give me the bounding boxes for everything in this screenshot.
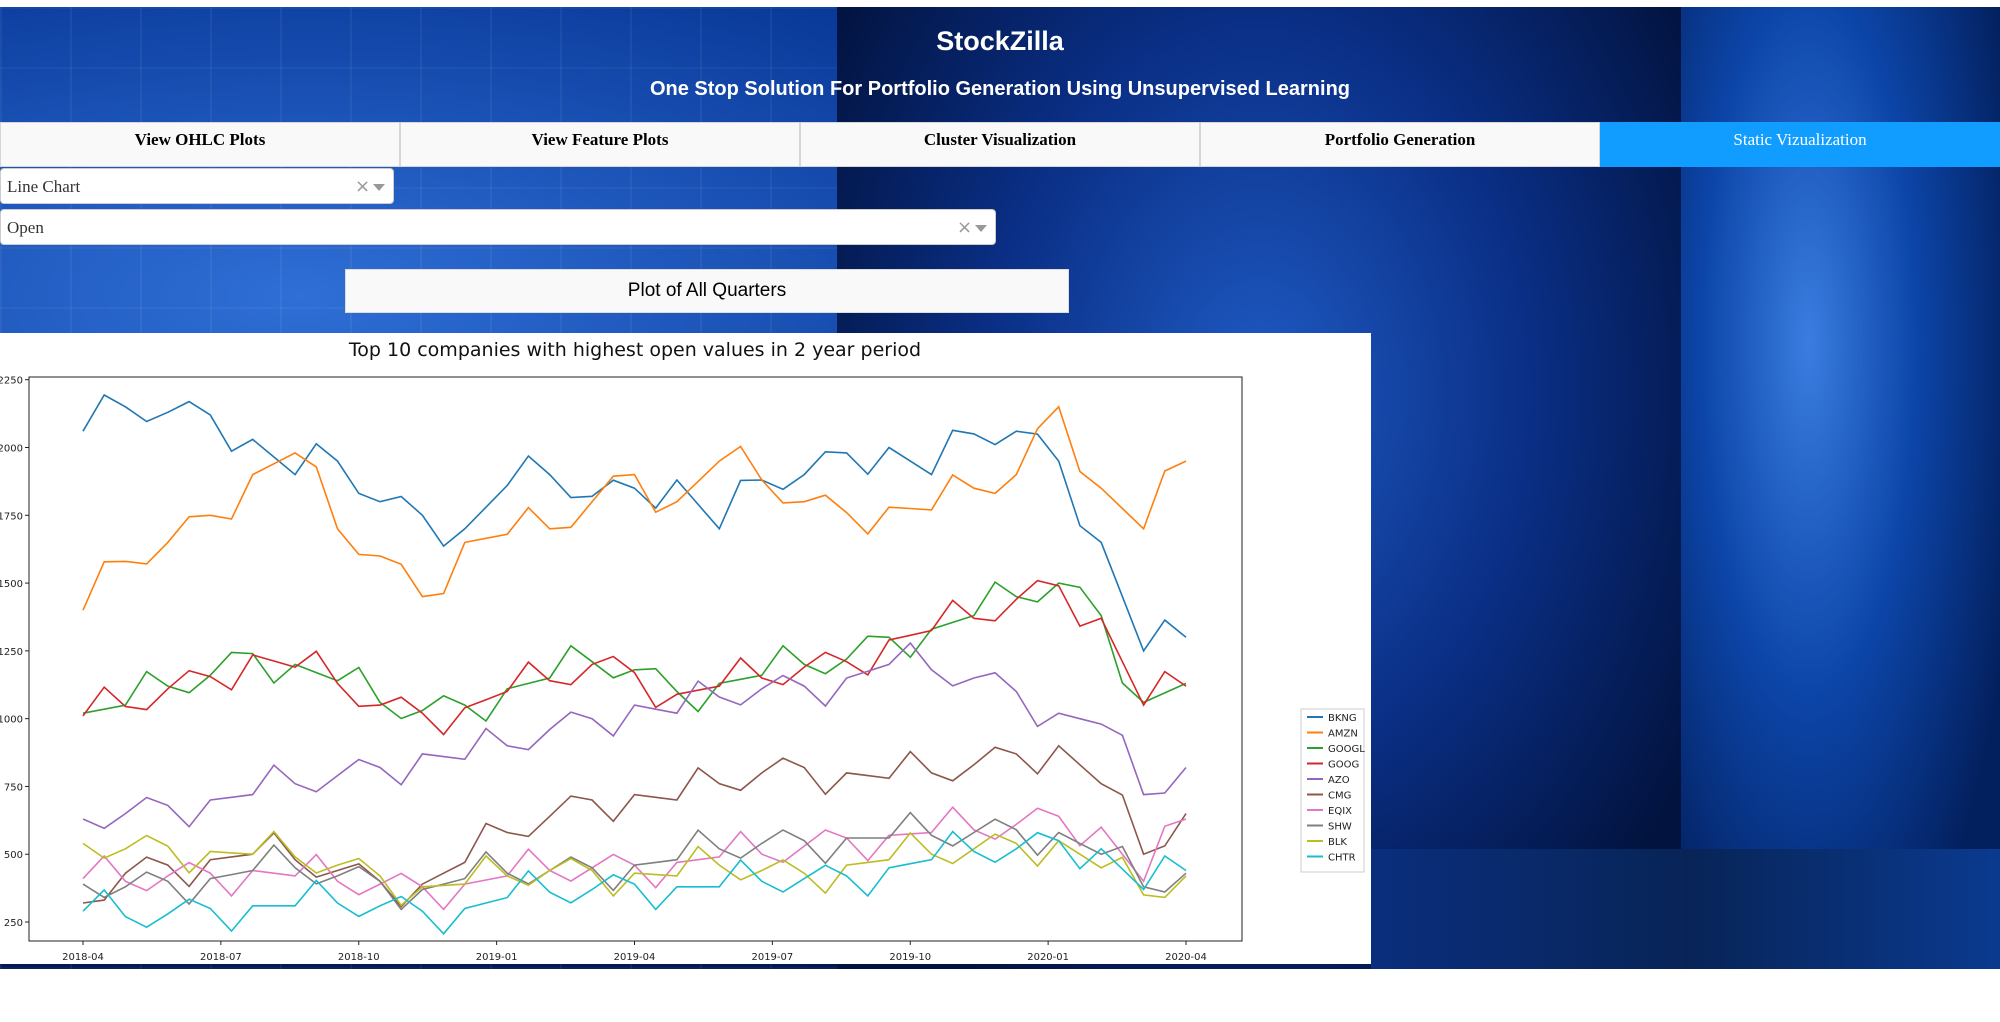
background-strip — [1371, 849, 2000, 969]
legend-label: CHTR — [1328, 853, 1356, 864]
tab-portfolio-generation[interactable]: Portfolio Generation — [1200, 122, 1600, 167]
y-tick-label: 500 — [4, 850, 23, 861]
tab-cluster-visualization[interactable]: Cluster Visualization — [800, 122, 1200, 167]
chart-panel: Top 10 companies with highest open value… — [0, 333, 1371, 964]
chart-type-dropdown[interactable]: Line Chart × — [0, 168, 394, 204]
app-subtitle: One Stop Solution For Portfolio Generati… — [649, 78, 1351, 100]
y-tick-label: 2250 — [0, 376, 23, 387]
legend-label: EQIX — [1328, 806, 1352, 817]
legend-label: SHW — [1328, 822, 1352, 833]
chevron-down-icon[interactable] — [373, 184, 385, 191]
series-line-blk — [82, 830, 1187, 907]
y-tick-label: 1750 — [0, 511, 23, 522]
feature-dropdown[interactable]: Open × — [0, 209, 996, 245]
x-tick-label: 2019-10 — [889, 952, 931, 963]
app-title: StockZilla — [936, 26, 1064, 56]
series-line-eqix — [82, 805, 1187, 911]
x-tick-label: 2019-01 — [476, 952, 518, 963]
y-tick-label: 2000 — [0, 444, 23, 455]
y-tick-label: 1250 — [0, 647, 23, 658]
x-tick-label: 2018-07 — [200, 952, 242, 963]
x-tick-label: 2019-04 — [614, 952, 656, 963]
y-tick-label: 1000 — [0, 715, 23, 726]
y-tick-label: 250 — [4, 918, 23, 929]
clear-icon[interactable]: × — [355, 176, 370, 197]
tab-view-feature-plots[interactable]: View Feature Plots — [400, 122, 800, 167]
tab-view-ohlc-plots[interactable]: View OHLC Plots — [0, 122, 400, 167]
chart-title: Top 10 companies with highest open value… — [348, 339, 921, 361]
legend-label: CMG — [1328, 791, 1351, 802]
legend-label: GOOG — [1328, 760, 1359, 771]
y-tick-label: 1500 — [0, 579, 23, 590]
series-line-azo — [82, 641, 1187, 830]
legend-label: AMZN — [1328, 729, 1358, 740]
legend-label: BKNG — [1328, 713, 1357, 724]
legend-label: AZO — [1328, 775, 1350, 786]
clear-icon[interactable]: × — [957, 217, 972, 238]
y-tick-label: 750 — [4, 782, 23, 793]
legend-label: BLK — [1328, 837, 1347, 848]
line-chart: Top 10 companies with highest open value… — [0, 339, 1365, 963]
series-line-googl — [82, 580, 1187, 723]
legend-label: GOOGL — [1328, 744, 1365, 755]
x-tick-label: 2018-10 — [338, 952, 380, 963]
series-line-goog — [82, 579, 1187, 736]
x-tick-label: 2019-07 — [751, 952, 793, 963]
series-line-amzn — [82, 405, 1187, 611]
series-line-bkng — [82, 393, 1187, 653]
series-line-cmg — [82, 744, 1187, 908]
chart-type-value: Line Chart — [7, 177, 81, 196]
feature-value: Open — [7, 218, 44, 237]
x-tick-label: 2020-01 — [1027, 952, 1069, 963]
plot-area — [28, 376, 1243, 942]
x-tick-label: 2020-04 — [1165, 952, 1207, 963]
x-tick-label: 2018-04 — [62, 952, 104, 963]
tab-static-vizualization[interactable]: Static Vizualization — [1600, 122, 2000, 167]
tab-bar: View OHLC Plots View Feature Plots Clust… — [0, 122, 2000, 167]
chevron-down-icon[interactable] — [975, 225, 987, 232]
plot-all-quarters-button[interactable]: Plot of All Quarters — [345, 269, 1069, 313]
series-line-shw — [82, 811, 1187, 911]
